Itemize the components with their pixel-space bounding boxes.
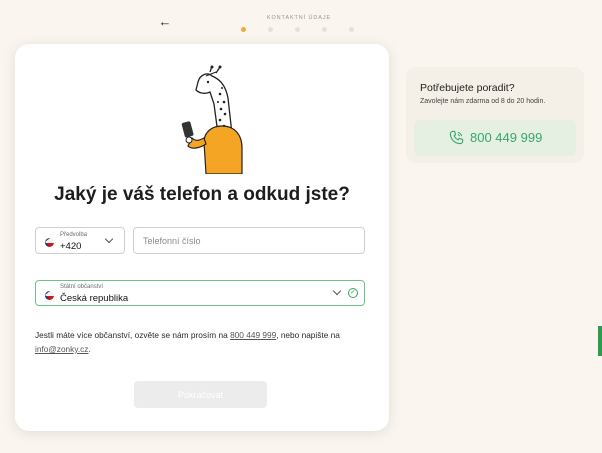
phone-icon (449, 130, 464, 145)
continue-button[interactable]: Pokračovat (134, 381, 267, 408)
note-text: , nebo napište na (276, 330, 340, 340)
chevron-down-icon (332, 286, 342, 296)
phone-link[interactable]: 800 449 999 (230, 330, 276, 340)
note-text: . (88, 344, 91, 354)
check-circle-icon: ✓ (348, 288, 358, 298)
step-progress (240, 26, 358, 34)
step-label: KONTAKTNÍ ÚDAJE (266, 15, 332, 21)
cz-flag-icon (45, 291, 54, 300)
back-arrow-icon[interactable]: ← (157, 14, 173, 30)
help-title: Potřebujete poradit? (420, 82, 515, 94)
step-dot-4 (322, 27, 327, 32)
citizenship-value: Česká republika (60, 293, 129, 304)
form-card: Jaký je váš telefon a odkud jste? Předvo… (15, 44, 389, 431)
step-dot-1 (241, 27, 246, 32)
cz-flag-icon (45, 238, 54, 247)
giraffe-illustration (181, 65, 243, 174)
citizenship-select[interactable]: Státní občanství Česká republika ✓ (35, 280, 365, 306)
chevron-down-icon (104, 234, 114, 244)
step-dot-3 (295, 27, 300, 32)
prefix-select[interactable]: Předvolba +420 (35, 227, 125, 254)
prefix-value: +420 (60, 241, 82, 252)
call-button[interactable]: 800 449 999 (414, 120, 576, 156)
step-dot-5 (349, 27, 354, 32)
edge-marker (598, 326, 602, 356)
help-subtitle: Zavolejte nám zdarma od 8 do 20 hodin. (420, 98, 546, 105)
email-link[interactable]: info@zonky.cz (35, 344, 88, 354)
page-heading: Jaký je váš telefon a odkud jste? (54, 184, 350, 205)
help-phone-number: 800 449 999 (470, 130, 543, 145)
note-text: Jestli máte více občanství, ozvěte se ná… (35, 330, 231, 340)
prefix-label: Předvolba (60, 232, 88, 238)
help-panel: Potřebujete poradit? Zavolejte nám zdarm… (406, 67, 584, 163)
citizenship-label: Státní občanství (60, 284, 104, 290)
phone-input[interactable] (133, 227, 365, 254)
step-dot-2 (268, 27, 273, 32)
multiple-citizenship-note: Jestli máte více občanství, ozvěte se ná… (35, 328, 370, 356)
